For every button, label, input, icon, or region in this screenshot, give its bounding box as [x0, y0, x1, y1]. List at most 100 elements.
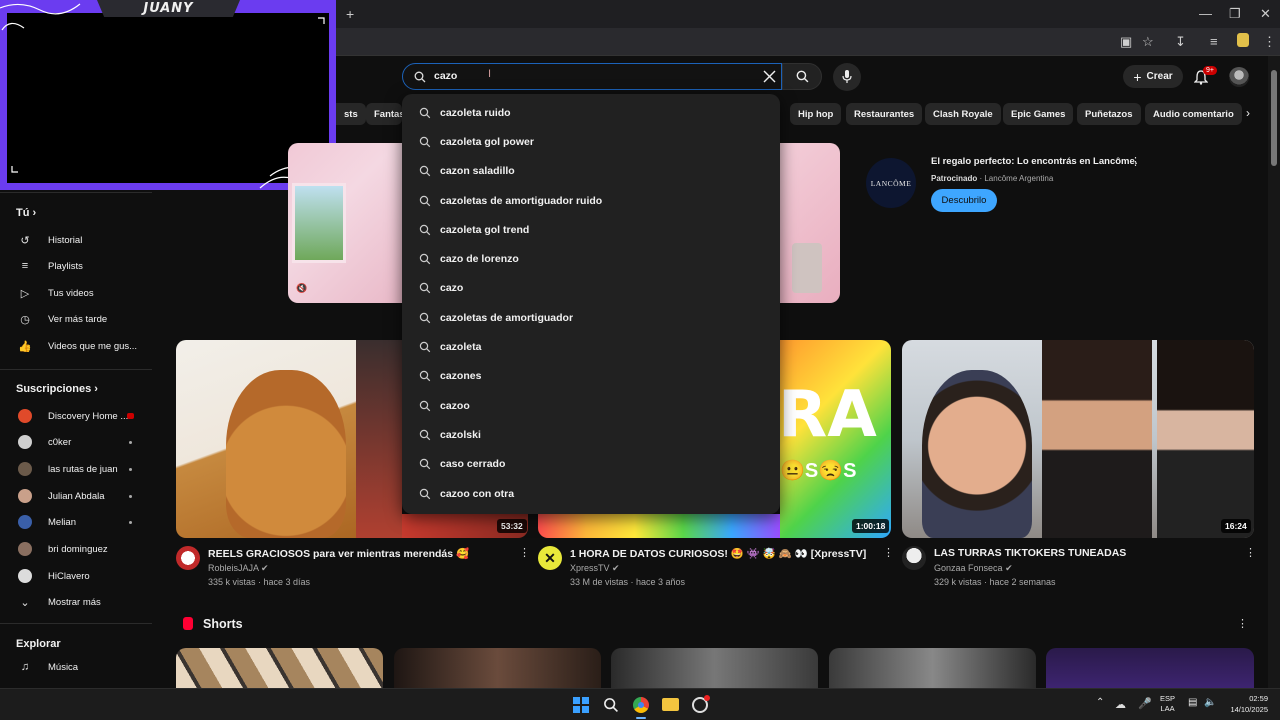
search-suggestion[interactable]: cazoo — [402, 391, 780, 420]
search-suggestion[interactable]: cazo — [402, 274, 780, 303]
account-avatar[interactable] — [1229, 67, 1249, 87]
video-title[interactable]: LAS TURRAS TIKTOKERS TUNEADAS — [934, 547, 1126, 559]
scrollbar-thumb[interactable] — [1271, 70, 1277, 166]
channel-name[interactable]: RobleisJAJA ✔ — [208, 563, 269, 574]
menu-dots-icon[interactable]: ⋮ — [1263, 34, 1276, 50]
chip-punetazos[interactable]: Puñetazos — [1077, 103, 1141, 125]
channel-name[interactable]: XpressTV ✔ — [570, 563, 620, 574]
channel-name[interactable]: Gonzaa Fonseca ✔ — [934, 563, 1013, 574]
sidebar-show-more[interactable]: ⌄ Mostrar más — [16, 591, 100, 613]
ad-menu-icon[interactable]: ⋮ — [1130, 155, 1141, 168]
chip-hip-hop[interactable]: Hip hop — [790, 103, 842, 125]
network-icon[interactable]: ▤ — [1188, 697, 1197, 708]
clock[interactable]: 02:59 14/10/2025 — [1224, 693, 1268, 715]
file-explorer-icon[interactable] — [662, 698, 679, 711]
clear-search-icon[interactable] — [763, 70, 776, 83]
search-suggestion[interactable]: cazoleta gol trend — [402, 215, 780, 244]
video-title[interactable]: REELS GRACIOSOS para ver mientras merend… — [208, 547, 469, 560]
close-icon[interactable]: ✕ — [1260, 6, 1271, 22]
video-thumbnail-1[interactable] — [176, 340, 402, 538]
chip-audio-comentario[interactable]: Audio comentario — [1145, 103, 1242, 125]
mute-icon[interactable]: 🔇 — [296, 283, 307, 294]
video-thumbnail-top-1[interactable]: 🔇 — [288, 143, 402, 303]
sidebar-sub-las-rutas[interactable]: las rutas de juan — [16, 458, 118, 480]
chip-partial-1[interactable]: sts — [336, 103, 366, 125]
tray-chevron-icon[interactable]: ⌃ — [1096, 697, 1104, 708]
volume-icon[interactable]: 🔈 — [1204, 697, 1216, 708]
onedrive-icon[interactable]: ☁ — [1115, 698, 1126, 711]
ad-cta-button[interactable]: Descubrilo — [931, 189, 997, 212]
search-suggestion[interactable]: cazones — [402, 362, 780, 391]
sidebar-you-heading[interactable]: Tú › — [16, 207, 36, 219]
sidebar-item-liked[interactable]: 👍 Videos que me gus... — [16, 335, 137, 357]
sidebar-sub-bri[interactable]: bri dominguez — [16, 538, 108, 560]
mic-tray-icon[interactable]: 🎤 — [1138, 697, 1152, 710]
windows-start-icon[interactable] — [573, 697, 589, 713]
voice-search-button[interactable] — [833, 63, 861, 91]
short-thumbnail[interactable] — [176, 648, 383, 688]
sidebar-item-historial[interactable]: ↺ Historial — [16, 229, 82, 251]
create-button[interactable]: + Crear — [1123, 65, 1183, 88]
video-menu-icon[interactable]: ⋮ — [519, 546, 530, 559]
search-suggestion[interactable]: cazoleta ruido — [402, 98, 780, 127]
chip-partial-2[interactable]: Fantas — [366, 103, 402, 125]
video-menu-icon[interactable]: ⋮ — [883, 546, 894, 559]
search-suggestion[interactable]: cazoletas de amortiguador ruido — [402, 186, 780, 215]
chips-next-icon[interactable]: › — [1246, 106, 1250, 120]
search-suggestion[interactable]: cazoleta gol power — [402, 127, 780, 156]
sidebar-item-tus-videos[interactable]: ▷ Tus videos — [16, 282, 94, 304]
sidebar-sub-hiclavero[interactable]: HiClavero — [16, 565, 90, 587]
video-thumbnail-3[interactable] — [902, 340, 1254, 538]
notifications-button[interactable]: 9+ — [1193, 66, 1217, 86]
extension-icon[interactable] — [1237, 33, 1249, 47]
search-button[interactable] — [782, 63, 822, 90]
video-thumbnail-top-2[interactable] — [780, 143, 840, 303]
taskbar-search-icon[interactable] — [603, 697, 619, 713]
sidebar-item-playlists[interactable]: ≡ Playlists — [16, 255, 83, 277]
search-suggestion[interactable]: caso cerrado — [402, 450, 780, 479]
chrome-taskbar-icon[interactable] — [633, 697, 649, 713]
sidebar-item-musica[interactable]: ♫ Música — [16, 656, 78, 678]
search-suggestion[interactable]: cazon saladillo — [402, 157, 780, 186]
search-suggestion[interactable]: cazoleta — [402, 332, 780, 361]
short-thumbnail[interactable] — [829, 648, 1036, 688]
recording-dot — [704, 695, 710, 701]
search-suggestion[interactable]: cazo de lorenzo — [402, 244, 780, 273]
sidebar-sub-julian[interactable]: Julian Abdala — [16, 485, 105, 507]
video-thumbnail-2-edge[interactable] — [538, 514, 780, 538]
sidebar-sub-c0ker[interactable]: c0ker — [16, 431, 71, 453]
channel-avatar[interactable] — [902, 546, 926, 570]
chip-epic-games[interactable]: Epic Games — [1003, 103, 1074, 125]
search-suggestion[interactable]: cazolski — [402, 420, 780, 449]
video-thumbnail-2[interactable]: RA 😐S😒S — [780, 340, 891, 538]
new-tab-button[interactable]: + — [346, 6, 354, 22]
sidebar-divider — [0, 623, 152, 624]
search-input[interactable]: cazo I — [402, 63, 782, 90]
short-thumbnail[interactable] — [611, 648, 818, 688]
language-indicator[interactable]: ESP LAA — [1160, 694, 1175, 714]
short-thumbnail[interactable] — [1046, 648, 1254, 688]
sidebar-subs-heading[interactable]: Suscripciones › — [16, 383, 98, 395]
video-title[interactable]: 1 HORA DE DATOS CURIOSOS! 🤩 👾 🤯 🙈 👀 [Xpr… — [570, 547, 866, 560]
search-suggestion[interactable]: cazoo con otra — [402, 479, 780, 508]
chevron-right-icon: › — [32, 207, 37, 219]
minimize-icon[interactable]: — — [1199, 6, 1212, 21]
reading-list-icon[interactable]: ≡ — [1210, 34, 1218, 49]
sidebar-sub-discovery[interactable]: Discovery Home ... — [16, 405, 128, 427]
chip-clash-royale[interactable]: Clash Royale — [925, 103, 1001, 125]
sidebar-sub-melian[interactable]: Melian — [16, 511, 76, 533]
cast-icon[interactable]: ▣ — [1120, 34, 1132, 50]
ad-logo[interactable]: LANCÔME — [866, 158, 916, 208]
channel-avatar[interactable] — [176, 546, 200, 570]
shorts-menu-icon[interactable]: ⋮ — [1237, 617, 1248, 630]
channel-avatar[interactable]: ✕ — [538, 546, 562, 570]
search-suggestion[interactable]: cazoletas de amortiguador — [402, 303, 780, 332]
bookmark-star-icon[interactable]: ☆ — [1142, 34, 1154, 50]
download-icon[interactable]: ↧ — [1175, 34, 1186, 50]
video-menu-icon[interactable]: ⋮ — [1245, 546, 1256, 559]
sidebar-item-ver-mas-tarde[interactable]: ◷ Ver más tarde — [16, 308, 107, 330]
ad-title[interactable]: El regalo perfecto: Lo encontrás en Lanc… — [931, 156, 1137, 167]
restore-icon[interactable]: ❐ — [1229, 6, 1241, 22]
short-thumbnail[interactable] — [394, 648, 601, 688]
chip-restaurantes[interactable]: Restaurantes — [846, 103, 923, 125]
